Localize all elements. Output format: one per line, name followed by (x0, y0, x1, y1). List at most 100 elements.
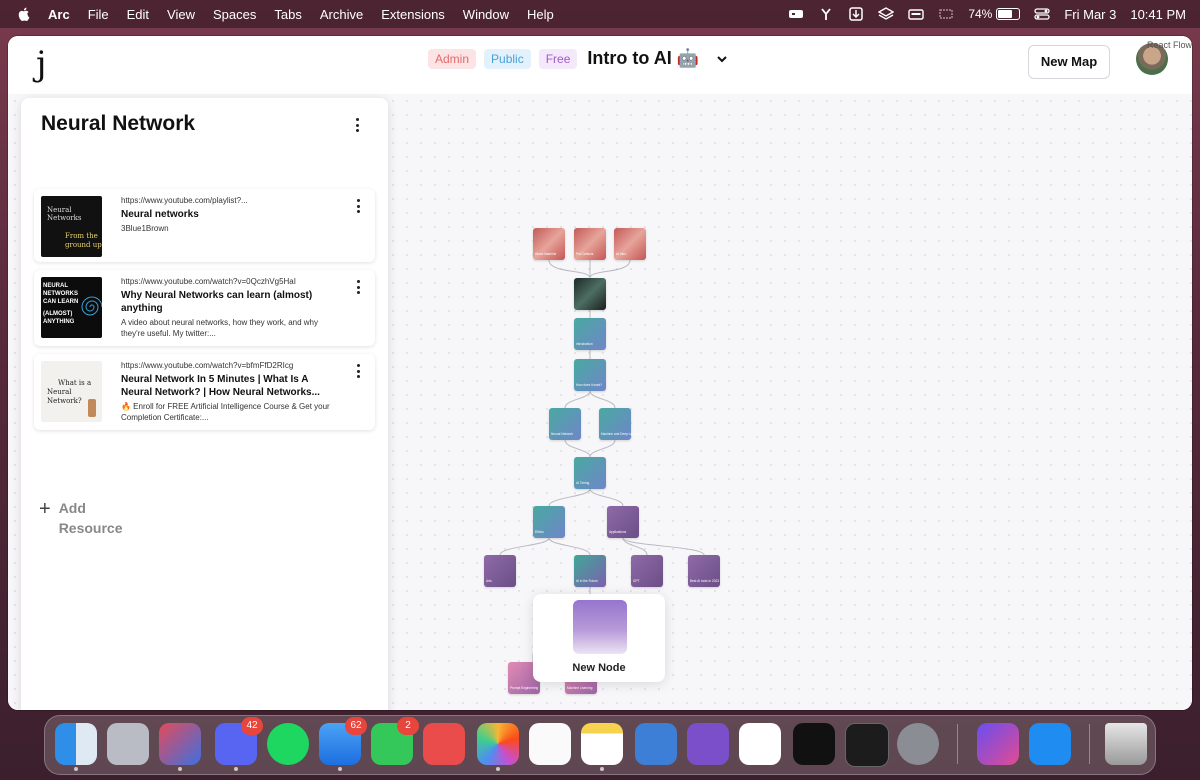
menu-view[interactable]: View (167, 7, 195, 22)
resource-title[interactable]: Why Neural Networks can learn (almost) a… (121, 289, 341, 315)
flow-node-label: About Machine (535, 252, 557, 256)
resource-more-icon[interactable] (357, 199, 361, 216)
apple-icon[interactable] (16, 6, 32, 22)
thumbnail-text: What is a (58, 379, 92, 387)
shortcuts-icon[interactable] (977, 723, 1019, 765)
menu-window[interactable]: Window (463, 7, 509, 22)
menu-file[interactable]: File (88, 7, 109, 22)
flow-node[interactable]: How does it work? (574, 359, 606, 391)
admin-tag[interactable]: Admin (428, 48, 477, 69)
menu-tabs[interactable]: Tabs (274, 7, 301, 22)
messages-icon[interactable]: 2 (371, 717, 419, 765)
resource-card[interactable]: What is a Neural Network? https://www.yo… (34, 354, 375, 430)
node-detail-panel: Neural Network Neural Networks From the … (21, 98, 388, 710)
panel-title[interactable]: Neural Network (41, 112, 195, 136)
flow-node-label: Best AI tools in 2023 (690, 579, 720, 583)
resource-more-icon[interactable] (357, 280, 361, 297)
keyboard-icon[interactable] (908, 7, 925, 21)
new-map-button[interactable]: New Map (1028, 45, 1110, 79)
finder-icon[interactable] (55, 723, 97, 771)
speech-bubble-icon[interactable] (423, 723, 465, 765)
menu-time[interactable]: 10:41 PM (1130, 7, 1186, 22)
control-center-icon[interactable] (1034, 7, 1050, 21)
new-node-thumbnail (573, 600, 627, 654)
menu-help[interactable]: Help (527, 7, 554, 22)
arrow-fork-icon[interactable] (818, 7, 834, 21)
system-settings-icon[interactable] (897, 723, 939, 765)
add-resource-button[interactable]: + Add Resource (39, 498, 129, 538)
public-tag[interactable]: Public (484, 48, 531, 69)
app-store-icon[interactable] (1029, 723, 1071, 765)
resource-card[interactable]: NEURAL NETWORKS CAN LEARN (ALMOST) ANYTH… (34, 270, 375, 346)
flow-node[interactable]: AI Intro (614, 228, 646, 260)
resource-url[interactable]: https://www.youtube.com/playlist?... (121, 196, 341, 205)
flow-node-label: Introduction (576, 342, 593, 346)
menu-app-name[interactable]: Arc (48, 7, 70, 22)
flow-node[interactable]: Arts (484, 555, 516, 587)
gamepad-icon[interactable] (788, 7, 804, 21)
menu-spaces[interactable]: Spaces (213, 7, 256, 22)
notification-badge: 62 (345, 717, 367, 735)
panel-more-icon[interactable] (356, 118, 360, 135)
flow-node[interactable]: Ethics (533, 506, 565, 538)
flow-node-label: Applications (609, 530, 627, 534)
spotify-icon[interactable] (267, 723, 309, 765)
activity-monitor-icon[interactable] (793, 723, 835, 765)
flow-node[interactable]: Machine and Deep Learning (599, 408, 641, 440)
mail-icon[interactable]: 62 (319, 717, 367, 771)
plus-icon: + (39, 498, 51, 520)
thumbnail-text: (ALMOST) ANYTHING (43, 311, 75, 325)
layers-icon[interactable] (878, 7, 895, 21)
notes-icon[interactable] (581, 723, 623, 771)
app-logo[interactable]: j (36, 44, 47, 84)
display-icon[interactable] (938, 7, 954, 21)
react-flow-attribution[interactable]: React Flow (1147, 40, 1192, 50)
resource-url[interactable]: https://www.youtube.com/watch?v=bfmFfD2R… (121, 361, 341, 370)
launchpad-icon[interactable] (107, 723, 149, 765)
flow-node-label: Prompt Engineering (510, 686, 539, 690)
flow-node[interactable]: Pal Controls (574, 228, 606, 260)
free-tag[interactable]: Free (538, 48, 578, 69)
flow-node[interactable]: AI Timing (574, 457, 606, 489)
flow-node[interactable] (574, 278, 606, 310)
map-title[interactable]: Intro to AI 🤖 (587, 48, 699, 69)
notification-badge: 42 (241, 717, 263, 735)
menu-archive[interactable]: Archive (320, 7, 363, 22)
flow-node[interactable]: GPT (631, 555, 663, 587)
flow-node[interactable]: About Machine (533, 228, 565, 260)
menu-date[interactable]: Fri Mar 3 (1064, 7, 1116, 22)
chevron-down-icon[interactable] (715, 52, 729, 66)
resource-text: https://www.youtube.com/playlist?... Neu… (121, 196, 341, 234)
resource-text: https://www.youtube.com/watch?v=bfmFfD2R… (121, 361, 341, 423)
dock: 42 62 2 (44, 715, 1156, 775)
new-node-card[interactable]: New Node (533, 594, 665, 682)
flow-node[interactable]: AI in the Future (574, 555, 606, 587)
menu-extensions[interactable]: Extensions (381, 7, 445, 22)
flow-node[interactable]: Neural Network (549, 408, 581, 440)
resource-more-icon[interactable] (357, 364, 361, 381)
thumbnail-text: Neural Networks (47, 206, 82, 222)
terminal-icon[interactable] (845, 723, 889, 767)
flow-node[interactable]: Best AI tools in 2023 (688, 555, 720, 587)
battery-indicator[interactable]: 74% (968, 7, 1021, 21)
menu-bar-status: 74% Fri Mar 3 10:41 PM (788, 7, 1186, 22)
browser-window: j Admin Public Free Intro to AI 🤖 New Ma… (8, 36, 1192, 710)
preview-icon[interactable] (635, 723, 677, 765)
vscode-icon[interactable] (739, 723, 781, 765)
download-icon[interactable] (848, 7, 864, 21)
flow-node[interactable]: Applications (607, 506, 639, 538)
resource-title[interactable]: Neural networks (121, 208, 341, 221)
resource-title[interactable]: Neural Network In 5 Minutes | What Is A … (121, 373, 341, 399)
photos-icon[interactable] (477, 723, 519, 771)
github-desktop-icon[interactable] (687, 723, 729, 765)
person-graphic (88, 399, 96, 417)
resource-url[interactable]: https://www.youtube.com/watch?v=0QczhVg5… (121, 277, 341, 286)
menu-edit[interactable]: Edit (127, 7, 149, 22)
reminders-icon[interactable] (529, 723, 571, 765)
flow-node-label: Pal Controls (576, 252, 594, 256)
arc-browser-icon[interactable] (159, 723, 201, 771)
discord-icon[interactable]: 42 (215, 717, 263, 771)
flow-node[interactable]: Introduction (574, 318, 606, 350)
trash-icon[interactable] (1105, 723, 1147, 765)
resource-card[interactable]: Neural Networks From the ground up https… (34, 189, 375, 262)
